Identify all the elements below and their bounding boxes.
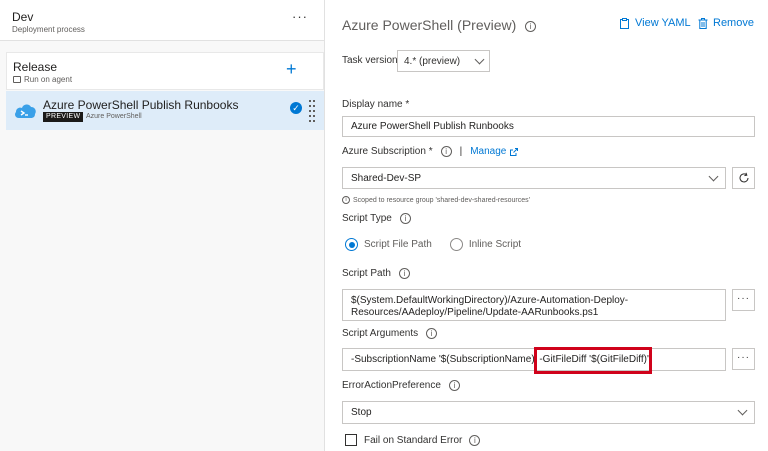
info-icon[interactable]: i <box>525 20 537 32</box>
azure-cloud-icon <box>15 104 36 118</box>
radio-label: Inline Script <box>468 239 522 250</box>
task-title-row: Azure PowerShell (Preview) i <box>342 17 537 33</box>
radio-label: Script File Path <box>364 239 432 250</box>
subscription-hint-text: Scoped to resource group 'shared-dev-sha… <box>353 196 530 204</box>
display-name-value: Azure PowerShell Publish Runbooks <box>351 121 514 132</box>
remove-button[interactable]: Remove <box>698 17 754 29</box>
subscription-label-row: Azure Subscription * i | Manage <box>342 146 519 157</box>
script-type-radio-group: Script File Path Inline Script <box>345 238 521 251</box>
display-name-label: Display name * <box>342 99 410 110</box>
fail-on-stderr-label: Fail on Standard Error <box>364 434 463 446</box>
browse-path-button[interactable]: ··· <box>732 289 755 311</box>
stage-name: Dev <box>12 10 34 24</box>
error-action-label: ErrorActionPreference <box>342 380 441 391</box>
script-type-label-row: Script Type i <box>342 213 411 224</box>
pipeline-editor: Dev Deployment process ··· Release Run o… <box>0 0 768 451</box>
task-title: Azure PowerShell (Preview) <box>342 17 517 33</box>
remove-label: Remove <box>713 17 754 29</box>
info-icon[interactable]: i <box>398 268 410 279</box>
job-subtitle: Run on agent <box>24 75 73 84</box>
manage-label: Manage <box>470 146 507 157</box>
view-yaml-label: View YAML <box>635 17 691 29</box>
info-icon[interactable]: i <box>440 146 452 157</box>
enabled-check-icon[interactable]: ✓ <box>290 102 302 114</box>
more-options-icon[interactable]: ··· <box>292 9 308 24</box>
script-path-label: Script Path <box>342 268 391 279</box>
job-subtitle-row: Run on agent <box>13 75 72 84</box>
radio-script-file-path[interactable]: Script File Path <box>345 238 432 251</box>
error-action-select[interactable]: Stop <box>342 401 755 424</box>
external-link-icon <box>510 147 519 156</box>
info-icon[interactable]: i <box>469 434 481 446</box>
separator: | <box>459 146 463 157</box>
display-name-input[interactable]: Azure PowerShell Publish Runbooks <box>342 116 755 137</box>
stage-subtitle: Deployment process <box>12 25 85 34</box>
add-task-button[interactable]: + <box>286 59 297 80</box>
stage-header[interactable]: Dev Deployment process ··· <box>0 0 324 41</box>
task-settings-panel: Azure PowerShell (Preview) i View YAML R… <box>326 0 768 451</box>
subscription-hint: i Scoped to resource group 'shared-dev-s… <box>342 196 530 204</box>
subscription-label: Azure Subscription * <box>342 146 433 157</box>
radio-unselected-icon <box>449 238 463 251</box>
task-version-value: 4.* (preview) <box>404 55 461 67</box>
chevron-down-icon <box>474 54 485 64</box>
refresh-button[interactable] <box>732 167 755 189</box>
trash-icon <box>698 17 708 29</box>
task-item-selected[interactable]: Azure PowerShell Publish Runbooks PREVIE… <box>6 91 324 130</box>
script-arguments-label: Script Arguments <box>342 328 419 339</box>
task-version-label: Task version <box>342 55 398 66</box>
view-yaml-button[interactable]: View YAML <box>619 17 691 29</box>
job-name: Release <box>13 60 58 74</box>
fail-on-stderr-checkbox[interactable] <box>345 434 357 446</box>
manage-link[interactable]: Manage <box>470 146 519 157</box>
chevron-down-icon <box>737 405 748 416</box>
subscription-value: Shared-Dev-SP <box>351 172 422 184</box>
task-type: Azure PowerShell <box>86 113 142 120</box>
script-path-input[interactable]: $(System.DefaultWorkingDirectory)/Azure-… <box>342 289 726 321</box>
error-action-value: Stop <box>351 407 372 418</box>
annotation-highlight-box <box>534 347 652 374</box>
info-icon[interactable]: i <box>399 213 411 224</box>
script-arguments-label-row: Script Arguments i <box>342 328 438 339</box>
radio-inline-script[interactable]: Inline Script <box>449 238 522 251</box>
agent-job[interactable]: Release Run on agent + <box>6 52 324 90</box>
preview-badge: PREVIEW <box>43 112 84 122</box>
chevron-down-icon <box>708 171 719 181</box>
info-icon: i <box>342 196 350 204</box>
task-list-panel: Dev Deployment process ··· Release Run o… <box>0 0 325 451</box>
info-icon[interactable]: i <box>448 380 460 391</box>
script-path-line-2: Resources/AAdeploy/Pipeline/Update-AARun… <box>351 307 599 318</box>
clipboard-icon <box>620 17 629 29</box>
drag-handle-icon[interactable] <box>308 99 316 122</box>
script-path-label-row: Script Path i <box>342 268 410 279</box>
task-version-select[interactable]: 4.* (preview) <box>397 50 490 72</box>
edit-arguments-button[interactable]: ··· <box>732 348 755 370</box>
script-path-line-1: $(System.DefaultWorkingDirectory)/Azure-… <box>351 295 629 306</box>
script-type-label: Script Type <box>342 213 392 224</box>
fail-on-stderr-row: Fail on Standard Error i <box>345 434 481 446</box>
radio-selected-icon <box>345 238 358 251</box>
error-action-label-row: ErrorActionPreference i <box>342 380 460 391</box>
task-name: Azure PowerShell Publish Runbooks <box>43 98 239 112</box>
info-icon[interactable]: i <box>426 328 438 339</box>
agent-icon <box>13 76 21 83</box>
subscription-select[interactable]: Shared-Dev-SP <box>342 167 726 189</box>
refresh-icon <box>739 172 748 183</box>
